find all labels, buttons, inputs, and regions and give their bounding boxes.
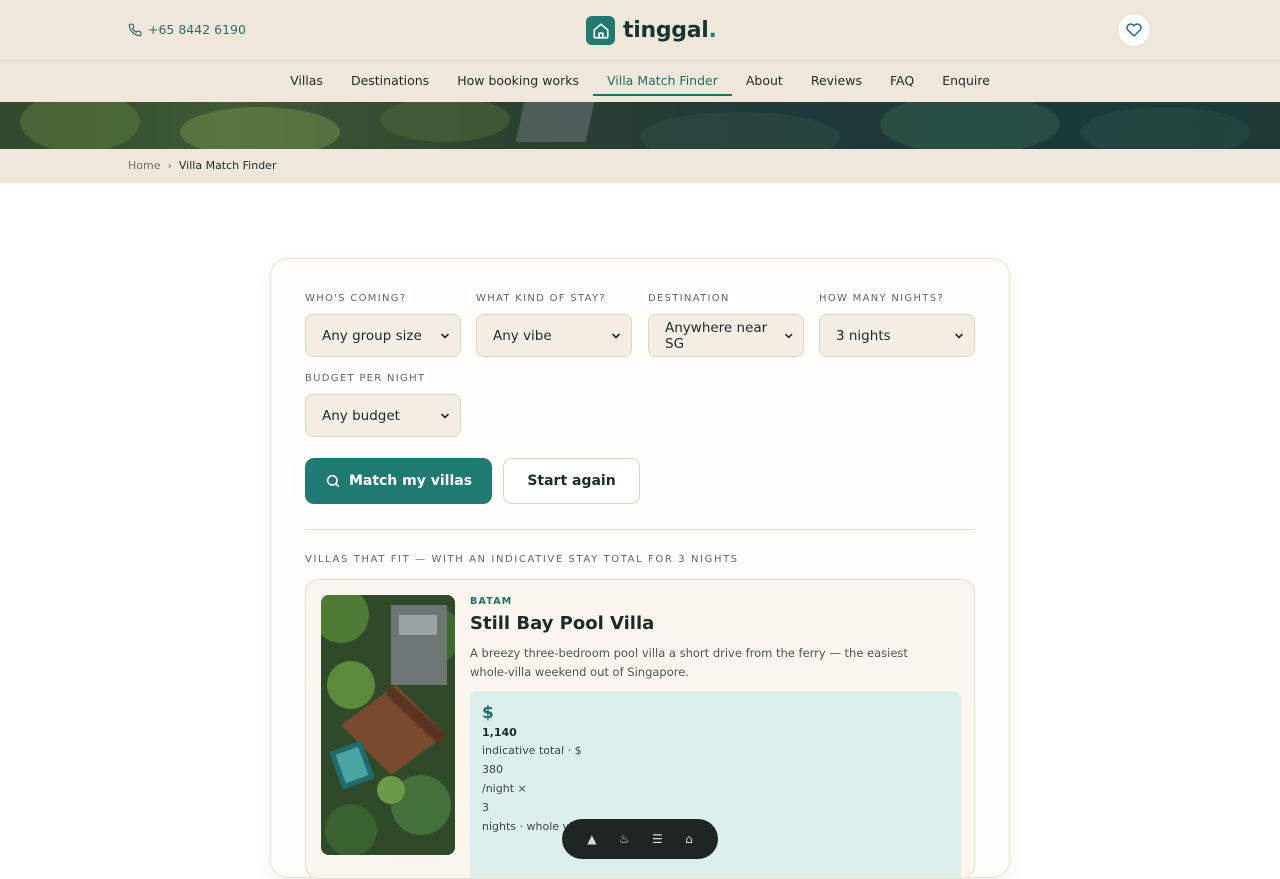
budget-label: BUDGET PER NIGHT (305, 373, 426, 384)
stay-type-field: WHAT KIND OF STAY? Any vibe (476, 293, 632, 357)
villa-match-panel: WHO'S COMING? Any group size WHAT KIND O… (270, 258, 1010, 879)
hero-image (0, 102, 1280, 149)
budget-field: BUDGET PER NIGHT Any budget (305, 373, 461, 437)
nav-villa-match-finder[interactable]: Villa Match Finder (592, 61, 732, 96)
phone-icon (128, 23, 142, 36)
villa-photo[interactable] (321, 595, 455, 855)
nights-label: HOW MANY NIGHTS? (819, 293, 944, 304)
search-icon (326, 474, 340, 488)
nav-enquire[interactable]: Enquire (928, 61, 1004, 96)
match-villas-label: Match my villas (348, 473, 473, 489)
nights-select[interactable]: 3 nights (819, 314, 975, 357)
group-size-select[interactable]: Any group size (305, 314, 461, 357)
price-total-label: indicative total · $ (482, 744, 582, 757)
results-heading: VILLAS THAT FIT — WITH AN INDICATIVE STA… (305, 554, 739, 565)
nights-field: HOW MANY NIGHTS? 3 nights (819, 293, 975, 357)
top-bar: +65 8442 6190 tinggal. (0, 0, 1280, 61)
price-summary: $ 1,140 indicative total · $ 380 /night … (470, 691, 961, 878)
nav-faq[interactable]: FAQ (876, 61, 928, 96)
nav-reviews[interactable]: Reviews (797, 61, 876, 96)
price-nights: 3 (482, 801, 489, 814)
price-currency: $ (482, 703, 494, 723)
match-villas-button[interactable]: Match my villas (305, 458, 492, 504)
toolbar-icon[interactable]: ☰ (652, 832, 663, 846)
nav-how-booking-works[interactable]: How booking works (443, 61, 593, 96)
price-per-night-suffix: /night × (482, 782, 527, 795)
toolbar-icon[interactable]: ♨ (619, 832, 630, 846)
budget-select[interactable]: Any budget (305, 394, 461, 437)
toolbar-icon[interactable]: ▲ (587, 832, 596, 846)
nav-destinations[interactable]: Destinations (337, 61, 443, 96)
nav-villas[interactable]: Villas (276, 61, 337, 96)
chevron-down-icon (612, 333, 620, 339)
main-navigation: Villas Destinations How booking works Vi… (0, 61, 1280, 102)
chevron-down-icon (441, 413, 449, 419)
phone-link[interactable]: +65 8442 6190 (128, 22, 246, 37)
group-size-label: WHO'S COMING? (305, 293, 407, 304)
breadcrumb-current: Villa Match Finder (178, 159, 277, 172)
house-icon (586, 16, 615, 45)
villa-name[interactable]: Still Bay Pool Villa (470, 613, 654, 634)
breadcrumb: Home › Villa Match Finder (0, 149, 1280, 183)
brand-name: tinggal. (623, 18, 717, 43)
destination-field: DESTINATION Anywhere near SG (648, 293, 804, 357)
villa-description: A breezy three-bedroom pool villa a shor… (470, 646, 908, 679)
price-total: 1,140 (482, 726, 517, 739)
phone-number: +65 8442 6190 (148, 22, 246, 37)
stay-type-select[interactable]: Any vibe (476, 314, 632, 357)
group-size-field: WHO'S COMING? Any group size (305, 293, 461, 357)
start-again-button[interactable]: Start again (503, 458, 640, 504)
chevron-down-icon (441, 333, 449, 339)
favourites-button[interactable] (1117, 13, 1151, 47)
villa-region: BATAM (470, 596, 513, 607)
chevron-down-icon (955, 333, 963, 339)
breadcrumb-home[interactable]: Home (128, 159, 160, 172)
brand-logo[interactable]: tinggal. (586, 16, 717, 45)
heart-icon (1126, 23, 1142, 37)
divider (305, 529, 975, 530)
stay-type-label: WHAT KIND OF STAY? (476, 293, 606, 304)
start-again-label: Start again (527, 473, 616, 489)
nav-about[interactable]: About (732, 61, 797, 96)
price-per-night: 380 (482, 763, 503, 776)
destination-label: DESTINATION (648, 293, 730, 304)
floating-toolbar[interactable]: ▲ ♨ ☰ ⌂ (562, 819, 718, 859)
chevron-down-icon (784, 333, 792, 338)
toolbar-icon[interactable]: ⌂ (685, 832, 693, 846)
destination-select[interactable]: Anywhere near SG (648, 314, 804, 357)
breadcrumb-separator: › (167, 159, 172, 172)
